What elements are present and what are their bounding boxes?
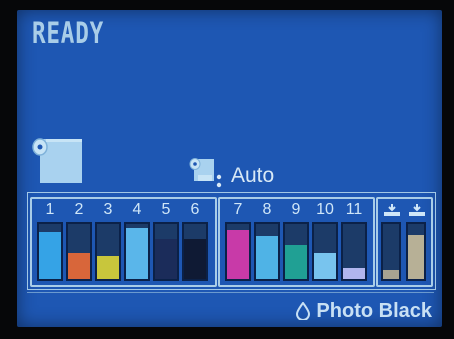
roll-cut-icon (189, 158, 222, 188)
status-text: READY (32, 16, 105, 50)
ink-level-fill (285, 244, 307, 279)
divider (27, 292, 434, 293)
ink-levels-panel: 1 2 3 4 5 6 7 8 9 10 11 (27, 192, 436, 290)
paper-roll-icon (32, 138, 82, 183)
ink-level-fill (314, 252, 336, 279)
ink-tank (66, 222, 92, 281)
maintenance-tank (381, 222, 401, 281)
black-ink-label: Photo Black (316, 299, 432, 322)
maintenance-box-icon (384, 204, 400, 216)
ink-tank (124, 222, 150, 281)
ink-tank (225, 222, 251, 281)
maintenance-group (376, 197, 433, 287)
ink-group-2: 7 8 9 10 11 (218, 197, 375, 287)
ink-group-1: 1 2 3 4 5 6 (30, 197, 217, 287)
device-bezel: READY Auto 1 2 3 4 5 6 7 8 9 10 11 Photo… (0, 0, 454, 339)
ink-level-fill (97, 255, 119, 279)
cut-mode-label: Auto (231, 164, 275, 187)
ink-tank (283, 222, 309, 281)
ink-tank (37, 222, 63, 281)
ink-drop-icon (296, 302, 311, 320)
ink-level-fill (126, 228, 148, 279)
lcd-screen: READY Auto 1 2 3 4 5 6 7 8 9 10 11 Photo… (17, 10, 442, 327)
maintenance-level-fill (408, 235, 424, 279)
maintenance-level-fill (383, 270, 399, 279)
ink-level-fill (256, 236, 278, 279)
black-ink-status: Photo Black (296, 299, 432, 323)
ink-level-fill (343, 268, 365, 279)
ink-level-fill (39, 232, 61, 279)
ink-tank (254, 222, 280, 281)
ink-slot: 11 (341, 199, 367, 285)
ink-level-fill (184, 239, 206, 279)
ink-level-fill (227, 229, 249, 279)
maintenance-slot (406, 199, 426, 285)
ink-tank (182, 222, 208, 281)
maintenance-tank (406, 222, 426, 281)
slot-number: 6 (190, 201, 200, 218)
ink-tank (312, 222, 338, 281)
slot-number: 11 (345, 201, 363, 218)
maintenance-slot (381, 199, 401, 285)
maintenance-box-icon (409, 204, 425, 216)
ink-level-fill (68, 252, 90, 279)
ink-tank (153, 222, 179, 281)
ink-tank (341, 222, 367, 281)
ink-slot: 6 (182, 199, 208, 285)
ink-level-fill (155, 239, 177, 279)
ink-tank (95, 222, 121, 281)
